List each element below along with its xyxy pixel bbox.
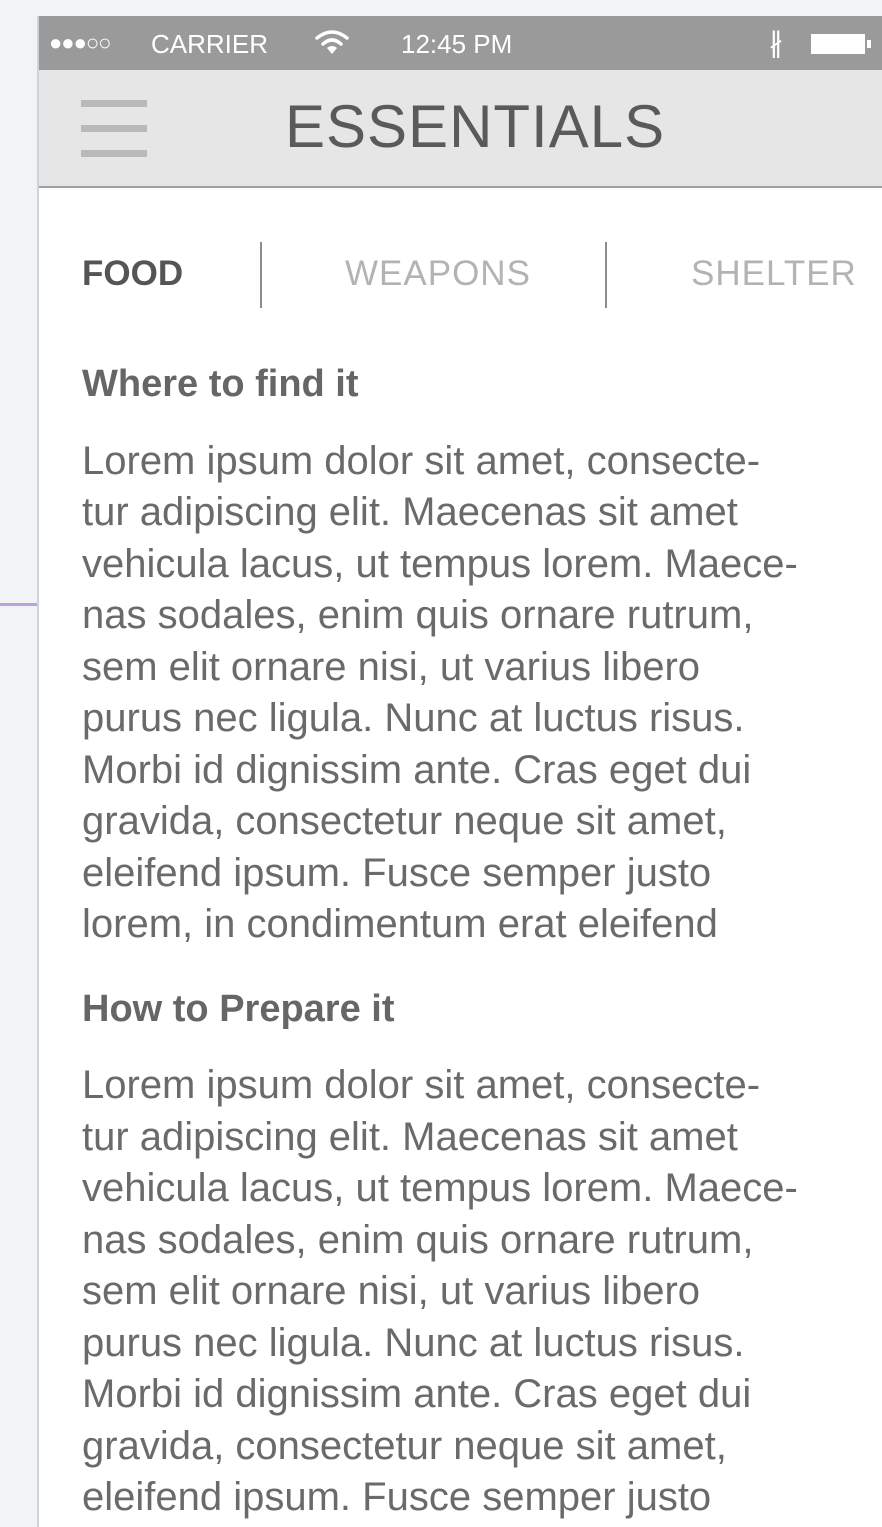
battery-nub: [867, 40, 871, 48]
section-heading-prepare: How to Prepare it: [82, 987, 395, 1030]
battery-icon: [811, 34, 865, 54]
category-tabs: FOOD WEAPONS SHELTER: [39, 242, 882, 308]
navigation-bar: ESSENTIALS: [39, 70, 882, 188]
page-title: ESSENTIALS: [285, 93, 666, 160]
section-body-where: Lorem ipsum dolor sit amet, consecte- tu…: [82, 438, 798, 947]
signal-strength-icon: ●●●○○: [49, 30, 111, 55]
phone-screen: ●●●○○ CARRIER 12:45 PM ∦ ESSENTIALS FOOD…: [37, 16, 882, 1527]
tab-divider: [605, 242, 607, 308]
tab-weapons[interactable]: WEAPONS: [345, 254, 531, 294]
flow-connector-line: [0, 603, 38, 606]
tab-divider: [260, 242, 262, 308]
tab-food[interactable]: FOOD: [82, 254, 183, 294]
wifi-icon: [315, 30, 349, 54]
content-area: Where to find it Lorem ipsum dolor sit a…: [82, 362, 867, 1527]
tab-shelter[interactable]: SHELTER: [691, 254, 857, 294]
section-body-prepare: Lorem ipsum dolor sit amet, consecte- tu…: [82, 1063, 798, 1520]
section-heading-where: Where to find it: [82, 363, 359, 405]
status-bar: ●●●○○ CARRIER 12:45 PM ∦: [39, 16, 882, 70]
bluetooth-icon: ∦: [769, 27, 783, 58]
carrier-label: CARRIER: [151, 29, 269, 59]
hamburger-menu-icon[interactable]: [81, 100, 147, 158]
clock-time: 12:45 PM: [401, 29, 513, 59]
